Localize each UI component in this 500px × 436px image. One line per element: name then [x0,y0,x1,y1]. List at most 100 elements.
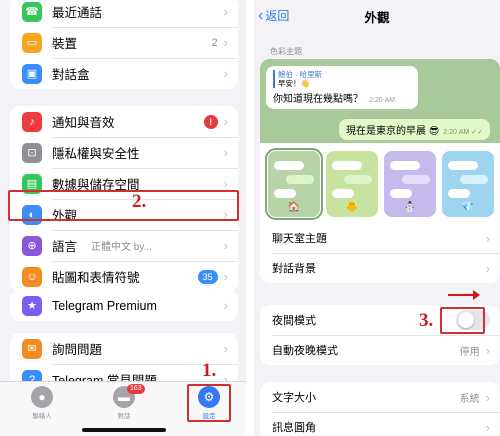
person-icon: ● [31,386,53,408]
section-header-color-theme: 色彩主題 [270,47,302,56]
tab-contacts[interactable]: ● 聯絡人 [12,386,72,420]
theme-emoji: 🏠 [287,202,301,213]
chevron-right-icon: › [485,260,490,276]
settings-item-label: 語言 [52,240,78,254]
settings-item-chat-folders[interactable]: ▣ 對話盒 › [10,58,238,89]
annotation-step-3: 3. [419,310,434,331]
tab-settings[interactable]: ⚙ 設定 [179,386,239,420]
annotation-step-1: 1. [202,360,217,381]
alert-badge: ! [203,114,218,129]
settings-group-2: ♪ 通知與音效 ! › ⊡ 隱私權與安全性 › ▤ 數據與儲存空間 › ◐ 外觀… [10,106,238,292]
data-icon: ▤ [22,173,42,194]
chevron-right-icon: › [223,298,228,313]
text-size-row[interactable]: 文字大小 系統 › [260,382,500,412]
row-label: 對話背景 [272,263,316,275]
chevron-right-icon: › [223,207,228,222]
text-settings-card: 文字大小 系統 › 訊息圓角 › [260,382,500,436]
chats-badge: 163 [127,384,145,394]
chevron-right-icon: › [485,419,490,435]
globe-icon: ⊕ [22,235,42,256]
message-time: 2:20 AM [369,97,396,104]
chevron-right-icon: › [485,230,490,246]
settings-item-label: 貼圖和表情符號 [52,271,140,285]
settings-item-label: 通知與音效 [52,116,115,130]
settings-item-value: 正體中文 by... [91,242,152,253]
home-indicator [82,428,166,432]
theme-option-classic[interactable]: 🏠 [265,148,323,220]
chevron-right-icon: › [223,35,228,50]
settings-item-devices[interactable]: ▭ 裝置 2 › [10,27,238,58]
night-mode-row: 夜間模式 [260,305,500,335]
theme-option-2[interactable]: 🐥 [326,151,378,217]
settings-item-stickers[interactable]: ☺ 貼圖和表情符號 35 › [10,261,238,292]
chevron-right-icon: › [223,269,228,284]
row-value: 系統 [459,393,480,405]
chevron-right-icon: › [223,176,228,191]
settings-item-value: 2 [211,36,218,49]
chevron-right-icon: › [485,389,490,405]
folder-icon: ▣ [22,63,42,84]
settings-item-privacy[interactable]: ⊡ 隱私權與安全性 › [10,137,238,168]
chat-theme-row[interactable]: 聊天室主題 › [260,223,500,253]
theme-picker: 🏠 🐥 ⛄ 💎 [260,143,500,223]
annotation-step-2: 2. [132,191,147,212]
night-mode-toggle[interactable] [456,310,490,330]
nav-bar: ‹ 返回 外觀 [254,0,500,30]
chat-preview: 鮑伯 · 哈里斯 早安！👋 你知道現在幾點嗎？ 2:20 AM 現在是東京的早晨 … [260,59,500,143]
row-label: 自動夜晚模式 [272,345,338,357]
chevron-right-icon: › [223,145,228,160]
settings-item-label: Telegram Premium [52,298,157,313]
arrow-annotation [448,290,480,300]
settings-item-notifications[interactable]: ♪ 通知與音效 ! › [10,106,238,137]
settings-panel: ☎ 最近通話 › ▭ 裝置 2 › ▣ 對話盒 › ♪ 通知與音效 ! › ⊡ … [0,0,246,436]
device-icon: ▭ [22,32,42,53]
chevron-right-icon: › [223,341,228,356]
incoming-bubble: 鮑伯 · 哈里斯 早安！👋 你知道現在幾點嗎？ 2:20 AM [266,66,418,109]
count-badge: 35 [197,269,218,284]
settings-group-1: ☎ 最近通話 › ▭ 裝置 2 › ▣ 對話盒 › [10,0,238,89]
theme-option-3[interactable]: ⛄ [384,151,436,217]
bubble-corner-row[interactable]: 訊息圓角 › [260,412,500,436]
star-icon: ★ [22,295,42,316]
settings-item-label: 對話盒 [52,68,90,82]
settings-item-recent-calls[interactable]: ☎ 最近通話 › [10,0,238,27]
chevron-right-icon: › [223,66,228,81]
auto-night-mode-row[interactable]: 自動夜晚模式 停用 › [260,335,500,365]
appearance-icon: ◐ [22,204,42,225]
bell-icon: ♪ [22,111,42,132]
outgoing-bubble: 現在是東京的早晨 😎 2:20 AM ✓✓ [339,119,490,140]
reply-quote-name: 鮑伯 · 哈里斯 [273,70,411,79]
chevron-right-icon: › [485,342,490,358]
outgoing-message: 現在是東京的早晨 😎 [346,126,440,137]
settings-item-data-storage[interactable]: ▤ 數據與儲存空間 › [10,168,238,199]
lock-icon: ⊡ [22,142,42,163]
tab-chats[interactable]: ▬ 163 對話 [94,384,154,420]
sticker-icon: ☺ [22,266,42,287]
tab-bar: ● 聯絡人 ▬ 163 對話 ⚙ 設定 [0,381,246,436]
chat-background-row[interactable]: 對話背景 › [260,253,500,283]
row-label: 聊天室主題 [272,233,327,245]
chevron-right-icon: › [223,114,228,129]
phone-icon: ☎ [22,1,42,22]
panel-divider [246,0,254,436]
appearance-panel: ‹ 返回 外觀 色彩主題 鮑伯 · 哈里斯 早安！👋 你知道現在幾點嗎？ 2:20… [254,0,500,436]
chevron-right-icon: › [223,238,228,253]
theme-card: 鮑伯 · 哈里斯 早安！👋 你知道現在幾點嗎？ 2:20 AM 現在是東京的早晨 … [260,59,500,283]
settings-item-label: 詢問問題 [52,343,103,357]
theme-emoji: ⛄ [403,202,417,213]
row-label: 文字大小 [272,392,316,404]
settings-item-appearance[interactable]: ◐ 外觀 › [10,199,238,230]
tab-label: 對話 [117,413,131,420]
theme-option-4[interactable]: 💎 [442,151,494,217]
settings-group-3: ★ Telegram Premium › [10,290,238,321]
row-value: 停用 [459,346,480,358]
settings-item-label: 最近通話 [52,6,103,20]
settings-item-premium[interactable]: ★ Telegram Premium › [10,290,238,321]
message-time: 2:20 AM ✓✓ [443,129,483,136]
row-label: 訊息圓角 [272,422,316,434]
theme-emoji: 💎 [461,202,475,213]
settings-item-language[interactable]: ⊕ 語言 正體中文 by... › [10,230,238,261]
incoming-message: 你知道現在幾點嗎？ [273,94,363,105]
settings-item-label: 隱私權與安全性 [52,147,140,161]
tab-label: 聯絡人 [32,413,52,420]
